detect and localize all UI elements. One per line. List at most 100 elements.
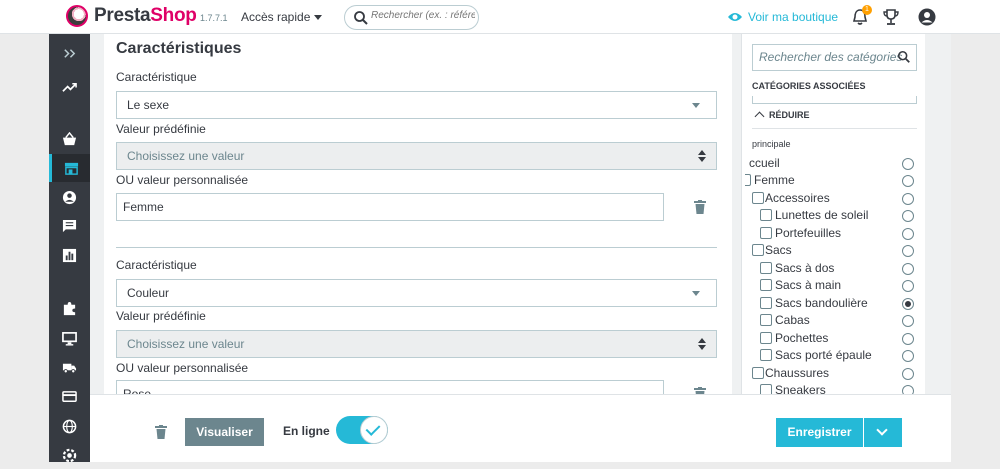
tree-item-sacs[interactable]: Sacs (742, 242, 925, 259)
up-down-arrows-icon (698, 150, 706, 162)
tree-item-chaussures[interactable]: Chaussures (742, 365, 925, 382)
header-search-input[interactable] (371, 10, 475, 21)
chevron-up-icon (754, 111, 765, 122)
feature-select-1[interactable]: Le sexe (116, 91, 717, 119)
bar-chart-icon (62, 248, 77, 262)
category-checkbox[interactable] (760, 262, 772, 274)
tree-item-label: Sneakers (775, 383, 826, 394)
category-search-input[interactable]: Rechercher des catégories (752, 44, 917, 71)
tree-item-accueil[interactable]: ccueil (742, 155, 925, 172)
section-title: Caractéristiques (116, 40, 242, 57)
tree-item-sacs-porte-epaule[interactable]: Sacs porté épaule (742, 347, 925, 364)
tree-item-pochettes[interactable]: Pochettes (742, 330, 925, 347)
collapse-tree-button[interactable]: RÉDUIRE (754, 110, 810, 122)
tree-item-label: Cabas (775, 313, 810, 327)
category-checkbox[interactable] (760, 349, 772, 361)
toggle-check-icon (360, 416, 388, 444)
online-toggle[interactable] (336, 416, 388, 444)
tree-item-accessoires[interactable]: Accessoires (742, 190, 925, 207)
category-checkbox[interactable] (760, 297, 772, 309)
prestashop-logo[interactable]: PrestaShop (66, 5, 197, 27)
sidebar-item-customers[interactable] (49, 183, 90, 211)
save-options-dropdown[interactable] (864, 418, 902, 447)
sidebar-item-stats[interactable] (49, 73, 90, 101)
preview-button[interactable]: Visualiser (185, 418, 264, 446)
trophy-icon[interactable] (882, 8, 900, 26)
main-category-radio[interactable] (902, 350, 914, 362)
puffin-logo-icon (66, 5, 88, 27)
header-search[interactable] (344, 5, 479, 30)
tree-item-sacs-a-main[interactable]: Sacs à main (742, 277, 925, 294)
category-checkbox[interactable] (760, 384, 772, 394)
sidebar-item-modules[interactable] (49, 294, 90, 322)
main-category-radio[interactable] (902, 175, 914, 187)
sidebar-item-catalog[interactable] (49, 154, 90, 182)
main-category-radio[interactable] (902, 245, 914, 257)
up-down-arrows-icon (698, 338, 706, 350)
tree-item-label: Sacs bandoulière (775, 296, 868, 310)
save-button[interactable]: Enregistrer (776, 418, 863, 447)
caret-down-icon (692, 103, 700, 108)
brand-presta: Presta (94, 5, 151, 26)
feature-select-value-1: Le sexe (127, 98, 170, 112)
main-category-radio[interactable] (902, 315, 914, 327)
tree-item-sacs-bandouliere[interactable]: Sacs bandoulière (742, 295, 925, 312)
truck-icon (62, 363, 77, 373)
feature-label-1: Caractéristique (116, 70, 197, 84)
main-category-radio[interactable] (902, 228, 914, 240)
sidebar-item-shipping[interactable] (49, 353, 90, 381)
category-checkbox[interactable] (752, 367, 764, 379)
main-category-radio-selected[interactable] (902, 298, 914, 310)
main-category-radio[interactable] (902, 368, 914, 380)
delete-product-trash-icon[interactable] (155, 425, 167, 439)
quick-access-label: Accès rapide (241, 10, 311, 24)
tree-item-portefeuilles[interactable]: Portefeuilles (742, 225, 925, 242)
sidebar-item-international[interactable] (49, 412, 90, 440)
main-category-radio[interactable] (902, 280, 914, 292)
custom-value-input-2[interactable]: Rose (116, 380, 664, 394)
user-account-icon[interactable] (918, 8, 936, 26)
main-category-radio[interactable] (902, 263, 914, 275)
tree-item-sacs-a-dos[interactable]: Sacs à dos (742, 260, 925, 277)
main-category-radio[interactable] (902, 193, 914, 205)
feature-select-2[interactable]: Couleur (116, 279, 717, 307)
delete-trash-icon[interactable] (694, 387, 706, 394)
puzzle-icon (63, 301, 76, 315)
sidebar-item-design[interactable] (49, 324, 90, 352)
main-category-radio[interactable] (902, 210, 914, 222)
main-category-radio[interactable] (902, 385, 914, 394)
category-checkbox[interactable] (745, 174, 751, 186)
category-checkbox[interactable] (760, 209, 772, 221)
view-shop-link[interactable]: Voir ma boutique (727, 10, 838, 24)
sidebar-expand[interactable] (49, 39, 90, 67)
eye-icon (728, 13, 742, 21)
category-checkbox[interactable] (760, 227, 772, 239)
monitor-icon (62, 331, 77, 346)
tree-item-sneakers[interactable]: Sneakers (742, 382, 925, 394)
quick-access-dropdown[interactable]: Accès rapide (241, 10, 323, 24)
category-checkbox[interactable] (760, 279, 772, 291)
search-icon (354, 11, 368, 25)
category-checkbox[interactable] (760, 314, 772, 326)
tree-item-label: Sacs (765, 243, 792, 257)
category-checkbox[interactable] (760, 332, 772, 344)
delete-trash-icon[interactable] (694, 200, 706, 214)
main-category-radio[interactable] (902, 333, 914, 345)
sidebar-item-statistics[interactable] (49, 241, 90, 269)
sidebar-item-orders[interactable] (49, 125, 90, 153)
tree-item-lunettes[interactable]: Lunettes de soleil (742, 207, 925, 224)
main-category-label: principale (752, 139, 791, 149)
main-category-radio[interactable] (902, 158, 914, 170)
category-checkbox[interactable] (752, 244, 764, 256)
sidebar-item-parameters[interactable] (49, 441, 90, 469)
tree-item-femme[interactable]: Femme (742, 172, 925, 189)
category-checkbox[interactable] (752, 192, 764, 204)
predefined-select-value-2: Choisissez une valeur (127, 337, 245, 351)
sidebar-item-payment[interactable] (49, 382, 90, 410)
associated-categories-box (752, 96, 917, 104)
custom-value-input-1[interactable]: Femme (116, 193, 664, 221)
tree-item-cabas[interactable]: Cabas (742, 312, 925, 329)
sidebar-item-messages[interactable] (49, 212, 90, 240)
view-shop-label: Voir ma boutique (748, 10, 839, 24)
custom-value-label-1: OU valeur personnalisée (116, 173, 249, 187)
